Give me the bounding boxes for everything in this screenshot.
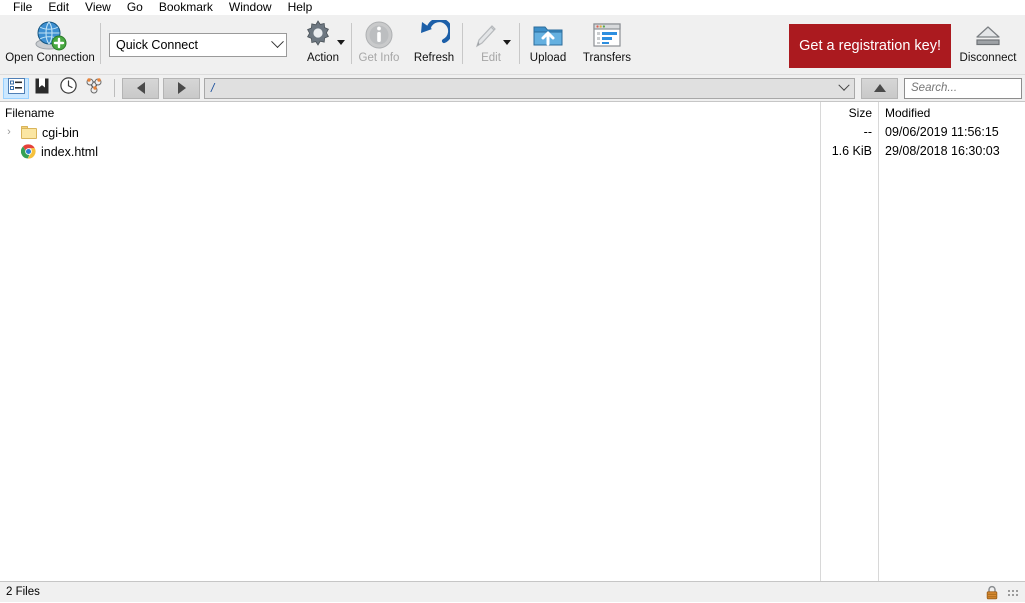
menu-item-bookmark[interactable]: Bookmark xyxy=(151,0,221,15)
path-combo[interactable]: / xyxy=(204,77,855,99)
view-history-button[interactable] xyxy=(55,77,81,99)
network-nodes-icon xyxy=(85,77,103,99)
transfers-label: Transfers xyxy=(582,52,632,64)
folder-icon xyxy=(21,126,37,139)
column-divider-modified[interactable] xyxy=(878,102,879,581)
parent-directory-button[interactable] xyxy=(861,77,898,99)
edit-label: Edit xyxy=(481,52,501,64)
registration-key-banner[interactable]: Get a registration key! xyxy=(789,24,951,68)
menu-item-go[interactable]: Go xyxy=(119,0,151,15)
chevron-down-icon xyxy=(271,35,284,49)
menu-item-view[interactable]: View xyxy=(77,0,119,15)
disconnect-button[interactable]: Disconnect xyxy=(951,15,1025,74)
menu-item-edit[interactable]: Edit xyxy=(40,0,77,15)
menu-item-file[interactable]: File xyxy=(5,0,40,15)
open-connection-label: Open Connection xyxy=(5,52,95,64)
menu-bar: File Edit View Go Bookmark Window Help xyxy=(0,0,1025,15)
table-row[interactable]: › cgi-bin -- 09/06/2019 11:56:15 xyxy=(0,123,1025,142)
clock-icon xyxy=(59,77,77,99)
upload-button[interactable]: Upload xyxy=(520,15,576,74)
file-modified-cell: 29/08/2018 16:30:03 xyxy=(885,144,1000,158)
file-list-header: Filename Size Modified xyxy=(0,102,1025,123)
info-icon xyxy=(364,19,394,51)
edit-dropdown-arrow[interactable] xyxy=(502,40,511,45)
file-name-cell[interactable]: › cgi-bin xyxy=(0,123,79,142)
forward-button[interactable] xyxy=(163,77,200,99)
upload-label: Upload xyxy=(529,52,567,64)
file-name-label: cgi-bin xyxy=(42,125,79,140)
bookmark-icon xyxy=(35,78,49,99)
file-list: Filename Size Modified › cgi-bin -- 09/0… xyxy=(0,102,1025,582)
main-toolbar: Open Connection Quick Connect Action Get… xyxy=(0,15,1025,75)
action-label: Action xyxy=(307,52,339,64)
chrome-icon xyxy=(21,144,36,159)
get-info-label: Get Info xyxy=(358,52,400,64)
navbar-separator xyxy=(114,79,115,97)
status-bar: 2 Files xyxy=(0,582,1025,602)
search-box[interactable] xyxy=(904,77,1025,99)
back-button[interactable] xyxy=(122,77,159,99)
menu-item-help[interactable]: Help xyxy=(280,0,321,15)
disconnect-label: Disconnect xyxy=(959,52,1017,64)
view-bookmarks-button[interactable] xyxy=(29,78,55,99)
quick-connect-combo[interactable]: Quick Connect xyxy=(109,32,287,57)
menu-item-window[interactable]: Window xyxy=(221,0,280,15)
triangle-up-icon xyxy=(873,84,886,92)
refresh-arrow-icon xyxy=(418,19,450,51)
open-connection-button[interactable]: Open Connection xyxy=(0,15,100,74)
file-size-cell: 1.6 KiB xyxy=(831,144,872,158)
status-text: 2 Files xyxy=(6,586,40,598)
file-name-cell[interactable]: index.html xyxy=(0,142,98,161)
refresh-label: Refresh xyxy=(413,52,455,64)
triangle-right-icon xyxy=(177,82,186,94)
gear-icon xyxy=(302,19,345,51)
chevron-down-icon xyxy=(838,79,850,91)
column-header-filename[interactable]: Filename xyxy=(5,106,54,120)
action-dropdown-arrow[interactable] xyxy=(336,40,345,45)
resize-grip-icon[interactable] xyxy=(1007,586,1019,598)
table-row[interactable]: index.html 1.6 KiB 29/08/2018 16:30:03 xyxy=(0,142,1025,161)
search-input[interactable] xyxy=(911,82,1025,94)
column-header-size[interactable]: Size xyxy=(820,106,878,120)
triangle-left-icon xyxy=(136,82,145,94)
column-divider-size[interactable] xyxy=(820,102,821,581)
upload-folder-icon xyxy=(531,19,565,51)
pencil-icon xyxy=(472,19,511,51)
file-size-cell: -- xyxy=(863,125,872,139)
globe-plus-icon xyxy=(32,19,68,51)
get-info-button[interactable]: Get Info xyxy=(352,15,406,74)
transfers-button[interactable]: Transfers xyxy=(576,15,638,74)
expand-arrow-icon[interactable]: › xyxy=(2,123,16,142)
eject-icon xyxy=(971,19,1005,51)
file-name-label: index.html xyxy=(41,144,98,159)
transfers-window-icon xyxy=(590,19,624,51)
navigation-bar: / xyxy=(0,75,1025,102)
file-modified-cell: 09/06/2019 11:56:15 xyxy=(885,125,999,139)
action-button[interactable]: Action xyxy=(295,15,351,74)
edit-button[interactable]: Edit xyxy=(463,15,519,74)
browser-list-icon xyxy=(7,77,25,99)
quick-connect-group: Quick Connect xyxy=(101,15,295,74)
padlock-icon[interactable] xyxy=(985,585,999,600)
view-connections-button[interactable] xyxy=(81,78,107,99)
view-browser-button[interactable] xyxy=(3,77,29,99)
path-value: / xyxy=(211,81,215,95)
refresh-button[interactable]: Refresh xyxy=(406,15,462,74)
column-header-modified[interactable]: Modified xyxy=(885,106,930,120)
quick-connect-value: Quick Connect xyxy=(116,37,198,52)
